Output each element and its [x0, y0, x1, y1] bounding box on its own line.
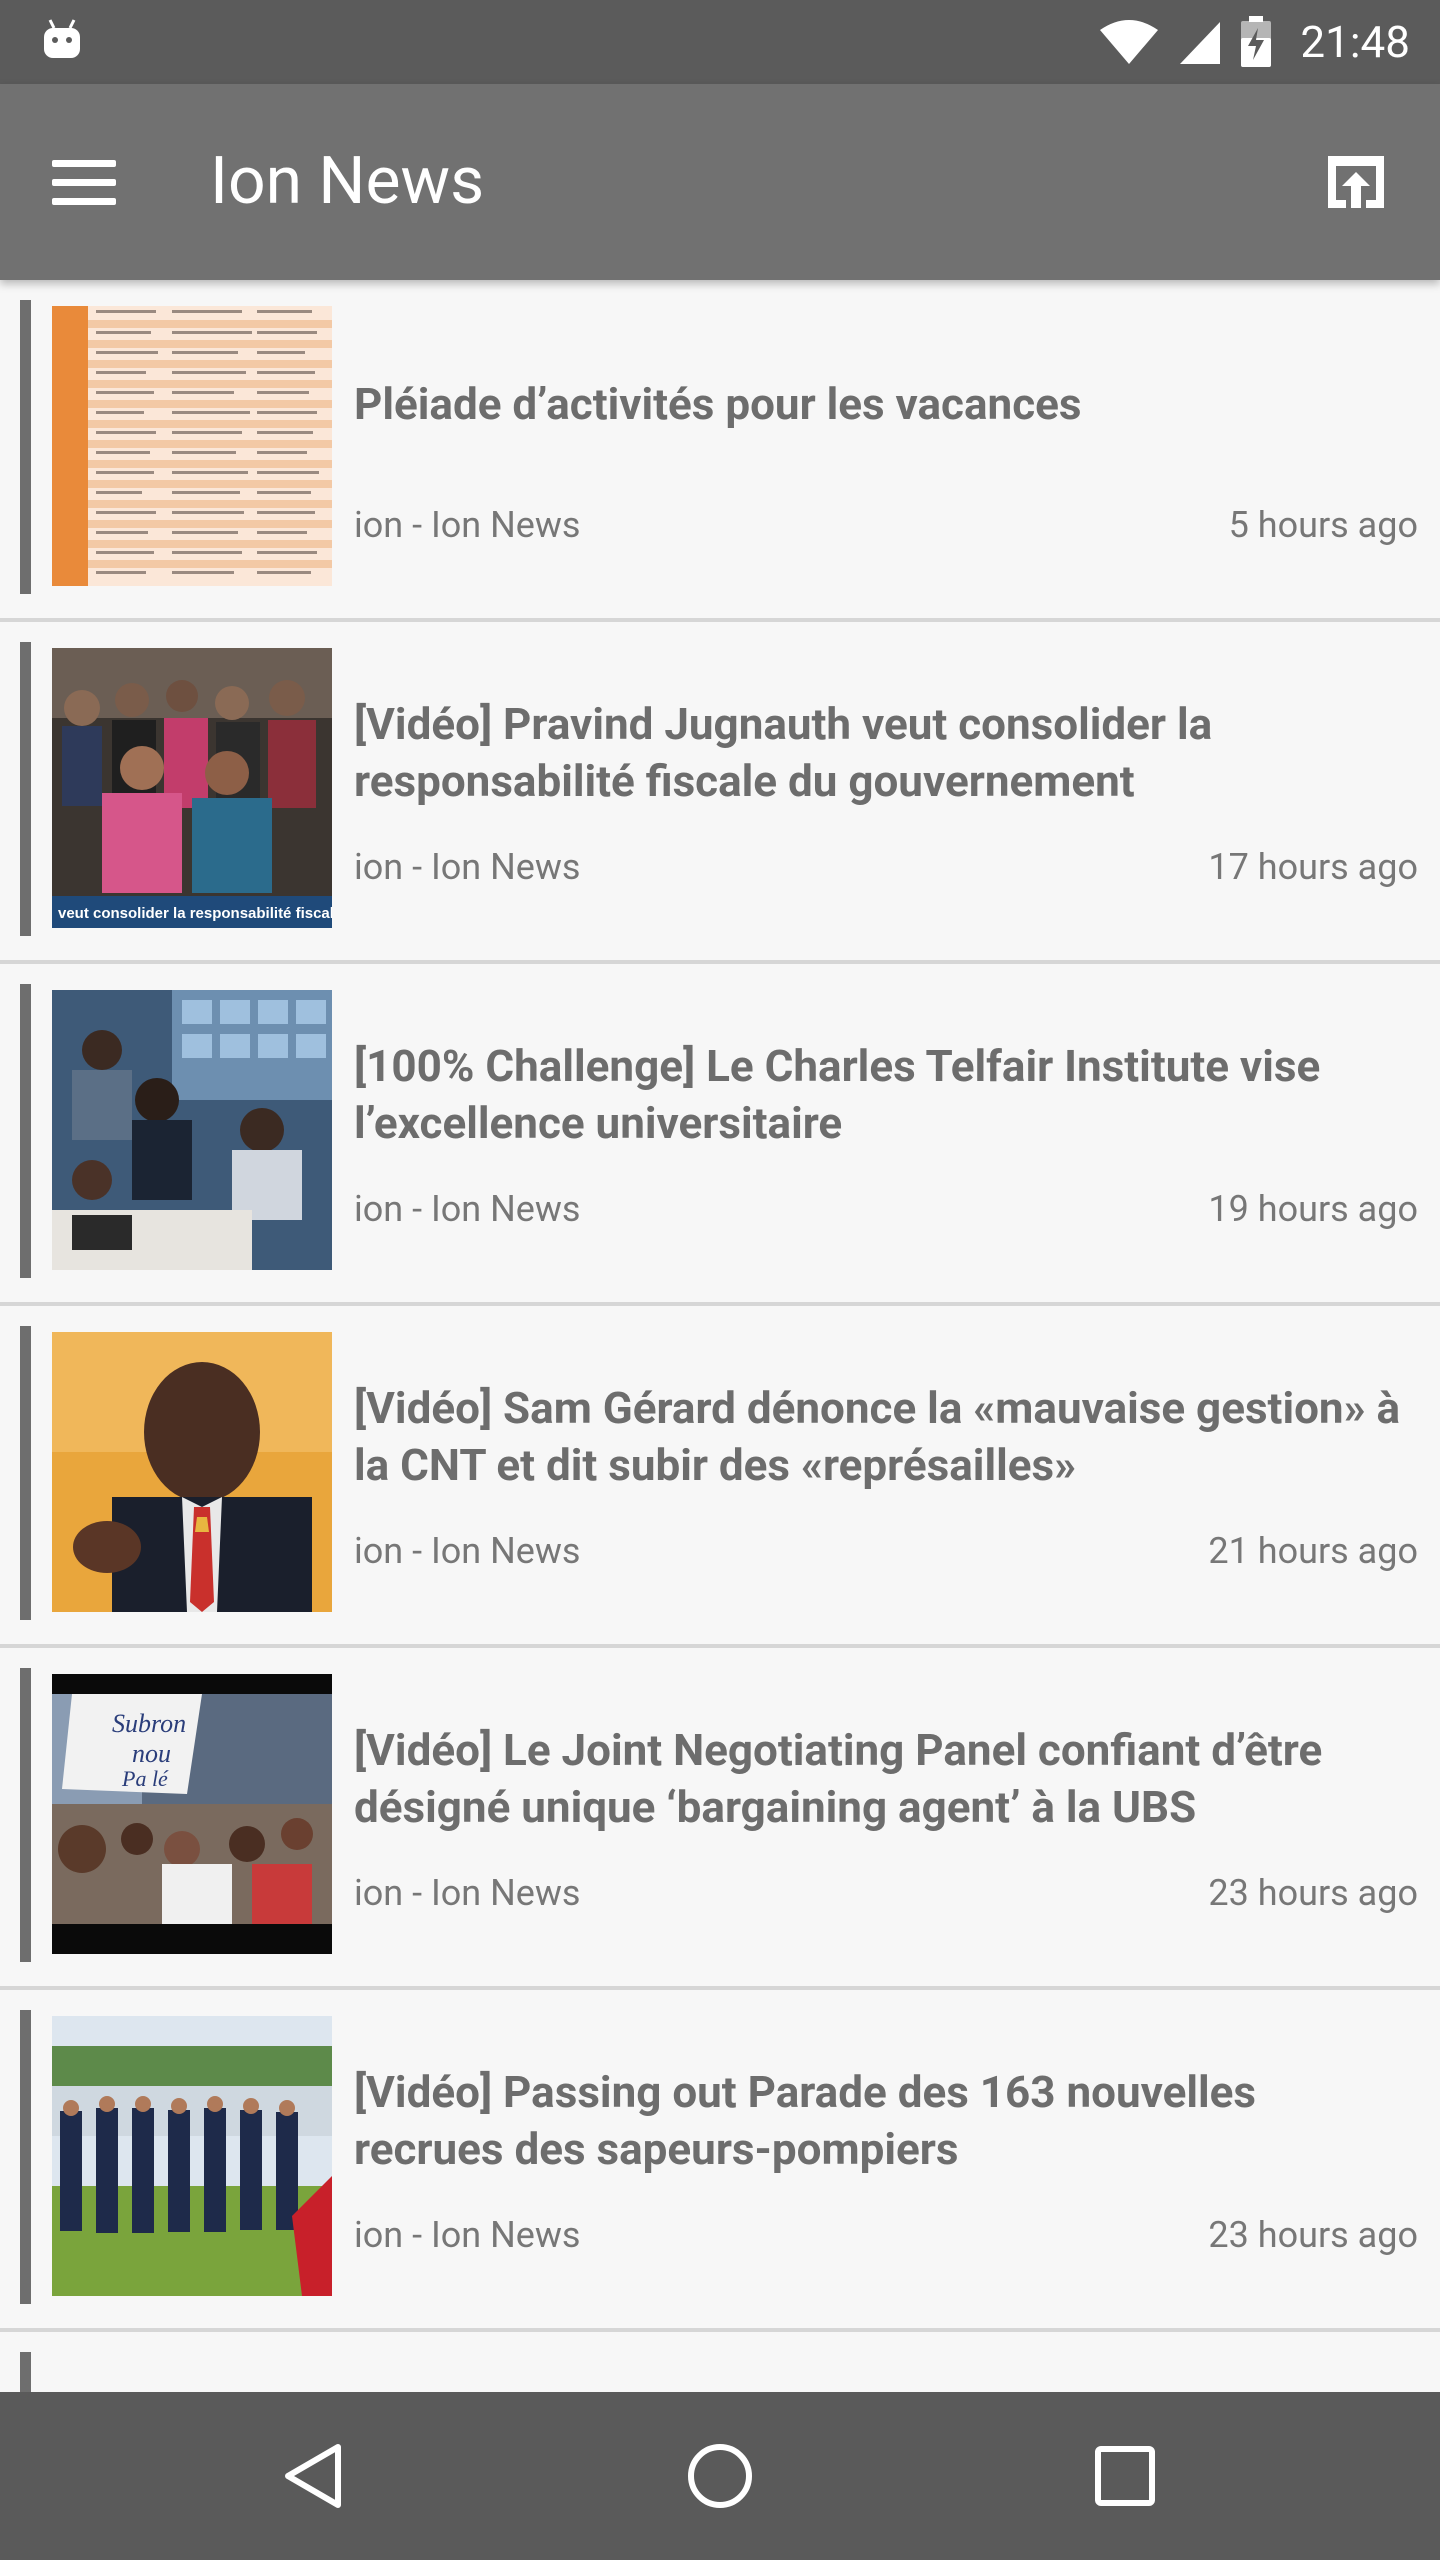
home-circle-icon — [688, 2444, 752, 2508]
hamburger-icon — [52, 159, 116, 167]
clock: 21:48 — [1300, 16, 1410, 68]
home-button[interactable] — [670, 2426, 770, 2526]
article-title: [Vidéo] Le Joint Negotiating Panel confi… — [354, 1724, 1323, 1833]
article-thumbnail — [52, 2016, 332, 2296]
open-in-browser-icon[interactable] — [1320, 146, 1392, 218]
article-source: ion - Ion News — [354, 1872, 581, 1914]
status-bar: 21:48 — [0, 0, 1440, 84]
article-thumbnail — [52, 306, 332, 586]
back-button[interactable] — [265, 2426, 365, 2526]
svg-text:Pa lé: Pa lé — [121, 1766, 169, 1791]
navigation-bar — [0, 2392, 1440, 2560]
item-accent-bar — [20, 1326, 31, 1620]
article-time: 23 hours ago — [1208, 1872, 1418, 1914]
item-accent-bar — [20, 642, 31, 936]
signal-icon — [1180, 22, 1221, 64]
article-thumbnail: Subron nou Pa lé — [52, 1674, 332, 1954]
article-item[interactable]: [Vidéo] Passing out Parade des 163 nouve… — [0, 1990, 1440, 2332]
article-time: 19 hours ago — [1208, 1188, 1418, 1230]
wifi-icon — [1100, 20, 1159, 64]
app-title: Ion News — [210, 143, 485, 220]
thumbnail-caption: veut consolider la responsabilité fiscal… — [58, 905, 332, 922]
article-time: 23 hours ago — [1208, 2214, 1418, 2256]
item-accent-bar — [20, 2010, 31, 2304]
article-thumbnail: veut consolider la responsabilité fiscal… — [52, 648, 332, 928]
android-notification-icon — [44, 19, 80, 58]
article-thumbnail — [52, 990, 332, 1270]
article-source: ion - Ion News — [354, 1188, 581, 1230]
article-title: Pléiade d’activités pour les vacances — [354, 378, 1082, 430]
battery-icon — [1241, 16, 1272, 67]
article-title: [100% Challenge] Le Charles Telfair Inst… — [354, 1040, 1321, 1149]
article-item[interactable]: Subron nou Pa lé [Vidéo] Le Joint Negoti… — [0, 1648, 1440, 1990]
recents-button[interactable] — [1075, 2426, 1175, 2526]
svg-text:Subron: Subron — [112, 1709, 186, 1738]
article-item[interactable]: Pléiade d’activités pour les vacances io… — [0, 280, 1440, 622]
article-time: 17 hours ago — [1208, 846, 1418, 888]
item-accent-bar — [20, 1668, 31, 1962]
article-item[interactable]: [100% Challenge] Le Charles Telfair Inst… — [0, 964, 1440, 1306]
article-source: ion - Ion News — [354, 2214, 581, 2256]
article-title: [Vidéo] Sam Gérard dénonce la «mauvaise … — [354, 1382, 1401, 1491]
article-title: [Vidéo] Pravind Jugnauth veut consolider… — [354, 698, 1213, 807]
article-item[interactable]: [Vidéo] Sam Gérard dénonce la «mauvaise … — [0, 1306, 1440, 1648]
article-list[interactable]: Pléiade d’activités pour les vacances io… — [0, 280, 1440, 2412]
item-accent-bar — [20, 984, 31, 1278]
recents-square-icon — [1095, 2446, 1155, 2506]
back-triangle-icon — [285, 2444, 341, 2508]
article-title: [Vidéo] Passing out Parade des 163 nouve… — [354, 2066, 1256, 2175]
article-source: ion - Ion News — [354, 1530, 581, 1572]
app-bar: Ion News — [0, 84, 1440, 280]
article-source: ion - Ion News — [354, 504, 581, 546]
menu-button[interactable] — [52, 144, 132, 220]
article-source: ion - Ion News — [354, 846, 581, 888]
article-thumbnail — [52, 1332, 332, 1612]
article-time: 5 hours ago — [1228, 504, 1418, 546]
article-item[interactable]: veut consolider la responsabilité fiscal… — [0, 622, 1440, 964]
article-time: 21 hours ago — [1208, 1530, 1418, 1572]
item-accent-bar — [20, 300, 31, 594]
svg-text:nou: nou — [132, 1739, 171, 1768]
